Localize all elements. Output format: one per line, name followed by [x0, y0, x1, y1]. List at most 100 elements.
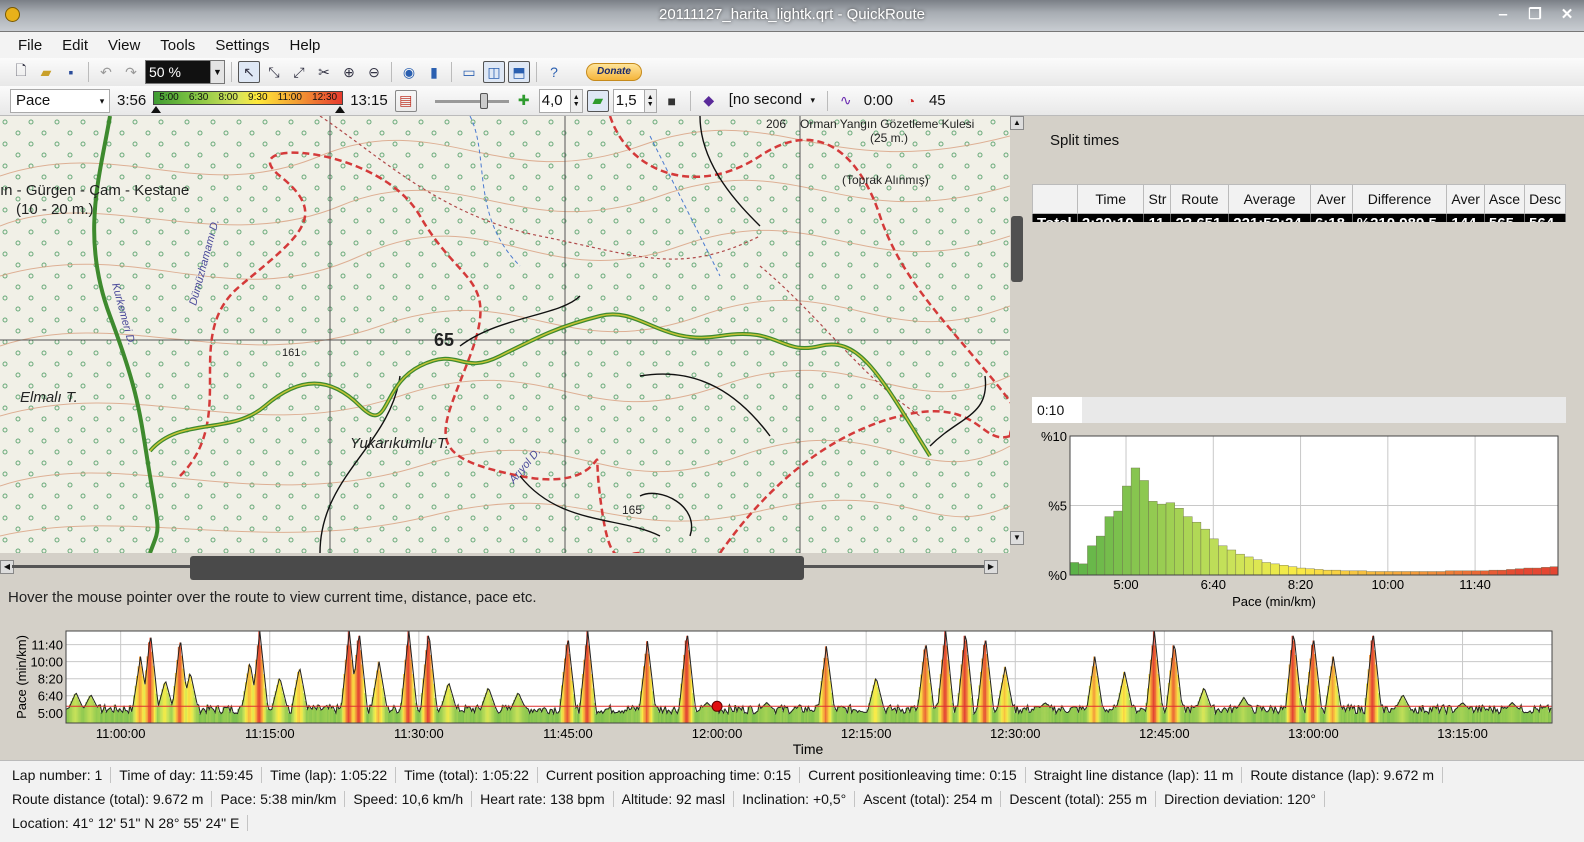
column-header[interactable] [1032, 184, 1078, 214]
x-tick-label: 6:40 [1201, 577, 1226, 592]
histogram-bar [1113, 510, 1123, 576]
pace-time-chart[interactable]: 5:00 6:40 8:20 10:00 11:40 11:00:00 11:15:00 11… [0, 626, 1568, 760]
max-value[interactable]: 13:15 [347, 92, 391, 109]
map-label: 161 [282, 347, 300, 359]
column-header[interactable]: Aver [1309, 184, 1353, 214]
histogram-bar [1095, 535, 1106, 576]
adjust-route-2-icon[interactable]: ⤢ [288, 61, 310, 83]
cut-icon[interactable]: ✂ [313, 61, 335, 83]
column-header[interactable]: Aver [1446, 184, 1485, 214]
spin-arrows[interactable]: ▲ ▼ [569, 89, 582, 112]
column-header[interactable]: Average [1228, 184, 1311, 214]
line-width-spin[interactable]: 1,5 ▲ ▼ [612, 88, 657, 113]
smoothing-icon[interactable]: ◔ [900, 90, 922, 112]
map-horizontal-scrollbar[interactable]: ◀ ▶ [0, 555, 998, 580]
menu-settings[interactable]: Settings [205, 37, 279, 54]
slider-thumb[interactable] [479, 92, 488, 109]
export-icon[interactable]: ▮ [423, 61, 445, 83]
zoom-out-icon[interactable]: ⊖ [363, 61, 385, 83]
zoom-combo[interactable]: 50 % ▼ [145, 60, 225, 84]
route-width-spin[interactable]: 4,0 ▲ ▼ [538, 88, 583, 113]
column-header[interactable]: Difference [1351, 184, 1448, 214]
column-header[interactable]: Desc [1524, 184, 1566, 214]
column-header[interactable]: Route [1170, 184, 1230, 214]
menu-edit[interactable]: Edit [52, 37, 98, 54]
histogram-bar [1226, 549, 1237, 576]
map-image[interactable]: Orman Yangın Gözetleme Kulesi (25 m.) 20… [0, 116, 1010, 553]
map-canvas[interactable]: Orman Yangın Gözetleme Kulesi (25 m.) 20… [0, 116, 1010, 553]
globe-icon[interactable]: ◉ [398, 61, 420, 83]
color-picker-icon[interactable]: ■ [661, 90, 683, 112]
transparency-slider[interactable] [434, 91, 509, 111]
second-session-icon[interactable]: ◆ [698, 90, 720, 112]
scroll-right-icon[interactable]: ▶ [984, 560, 998, 574]
adjust-route-icon[interactable]: ⤡ [263, 61, 285, 83]
color-gradient: 5:00 6:30 8:00 9:30 11:00 12:30 [153, 90, 344, 105]
open-folder-icon[interactable]: ▰ [35, 61, 57, 83]
spin-arrows[interactable]: ▲ ▼ [643, 89, 656, 112]
smoothing-value[interactable]: 45 [926, 92, 949, 109]
scroll-thumb[interactable] [190, 556, 804, 580]
time-offset-icon[interactable]: ∿ [835, 90, 857, 112]
menu-file[interactable]: File [8, 37, 52, 54]
table-cell: 23.651 [1170, 213, 1230, 222]
map-label: 206 [766, 117, 786, 131]
menu-view[interactable]: View [98, 37, 150, 54]
layout-bottom-icon[interactable]: ⬒ [508, 61, 530, 83]
x-tick-label: 12:30:00 [990, 726, 1041, 741]
redo-icon[interactable]: ↷ [120, 61, 142, 83]
column-header[interactable]: Str [1143, 184, 1172, 214]
minimize-button[interactable]: ‒ [1492, 5, 1514, 25]
histogram-bar [1209, 538, 1219, 576]
scroll-thumb[interactable] [1011, 216, 1023, 282]
histogram-bar [1401, 571, 1411, 576]
histogram-bar [1357, 570, 1367, 576]
maximize-button[interactable]: ❐ [1524, 5, 1546, 25]
position-marker[interactable] [711, 700, 723, 712]
color-range-bar[interactable]: 5:00 6:30 8:00 9:30 11:00 12:30 [151, 89, 346, 113]
color-range-icon[interactable]: ▤ [394, 89, 417, 112]
gradient-label: 12:30 [312, 91, 338, 103]
property-select[interactable]: Pace ▾ [10, 88, 110, 113]
save-icon[interactable]: ▪ [60, 61, 82, 83]
min-value[interactable]: 3:56 [114, 92, 149, 109]
histogram-bar [1087, 545, 1097, 576]
table-cell: 144 [1446, 213, 1485, 222]
range-handle-right[interactable] [335, 105, 346, 113]
map-vertical-scrollbar[interactable]: ▲ ▼ [1010, 116, 1024, 553]
table-cell: 221:53:24 [1228, 213, 1311, 222]
help-icon[interactable]: ? [543, 61, 565, 83]
split-times-title: Split times [1050, 132, 1120, 149]
bin-width-input[interactable]: 0:10 [1032, 397, 1082, 423]
menu-tools[interactable]: Tools [150, 37, 205, 54]
layout-split-icon[interactable]: ◫ [483, 61, 505, 83]
split-total-row[interactable]: Total 2:29:10 11 23.651 221:53:24 6:18 %… [1032, 213, 1566, 222]
line-width-icon[interactable]: ▰ [586, 89, 609, 112]
window-icon[interactable]: ▭ [458, 61, 480, 83]
y-tick-label: %5 [1048, 499, 1067, 514]
zoom-in-icon[interactable]: ⊕ [338, 61, 360, 83]
chevron-down-icon[interactable]: ▾ [806, 89, 820, 113]
time-offset-value[interactable]: 0:00 [861, 92, 896, 109]
histogram-bar [1453, 570, 1463, 576]
pointer-icon[interactable]: ↖ [238, 61, 260, 83]
undo-icon[interactable]: ↶ [95, 61, 117, 83]
range-handle-left[interactable] [151, 105, 162, 113]
second-session-select[interactable]: [no second ▾ [724, 89, 820, 113]
split-times-table[interactable]: Time Str Route Average Aver Difference A… [1032, 184, 1566, 222]
route-width-icon[interactable]: ✚ [513, 90, 535, 112]
histogram-bar [1261, 562, 1271, 576]
column-header[interactable]: Asce [1483, 184, 1526, 214]
status-item: Pace: 5:38 min/km [212, 791, 346, 807]
gradient-label: 6:30 [188, 91, 209, 103]
close-button[interactable]: ✕ [1556, 5, 1578, 25]
pace-histogram[interactable]: 5:00 6:40 8:20 10:00 11:40 %0 %5 %10 Pace (min/k… [1032, 428, 1566, 614]
scroll-up-icon[interactable]: ▲ [1010, 116, 1024, 130]
new-file-icon[interactable]: 🗋 [10, 61, 32, 83]
donate-button[interactable]: Donate [586, 63, 642, 81]
scroll-down-icon[interactable]: ▼ [1010, 531, 1024, 545]
chevron-down-icon[interactable]: ▼ [210, 61, 224, 83]
column-header[interactable]: Time [1076, 184, 1145, 214]
menu-help[interactable]: Help [280, 37, 331, 54]
chevron-down-icon[interactable]: ▾ [95, 89, 109, 112]
